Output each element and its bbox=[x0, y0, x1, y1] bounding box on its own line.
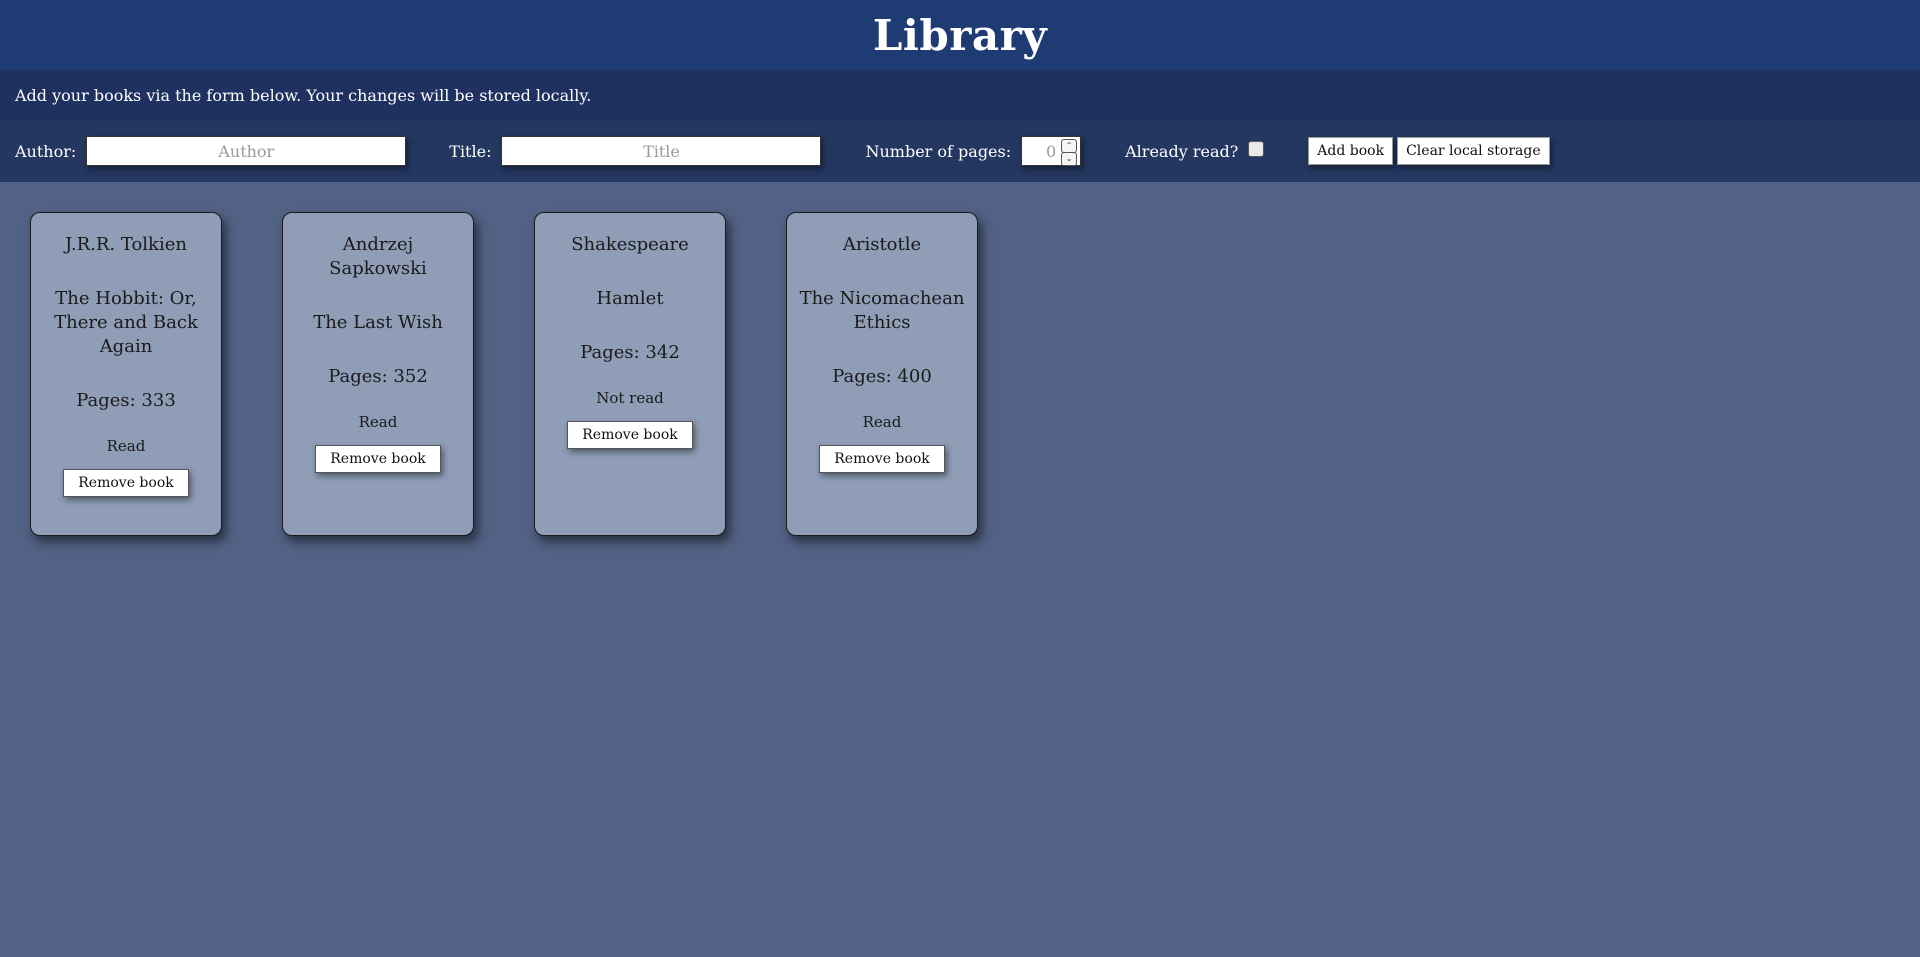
book-card: Shakespeare Hamlet Pages: 342 Not read R… bbox=[534, 212, 726, 536]
book-read-status[interactable]: Read bbox=[359, 413, 398, 431]
add-book-button[interactable]: Add book bbox=[1308, 137, 1394, 165]
book-pages: Pages: 352 bbox=[328, 366, 428, 387]
read-label: Already read? bbox=[1125, 141, 1239, 161]
book-card: J.R.R. Tolkien The Hobbit: Or, There and… bbox=[30, 212, 222, 536]
info-bar: Add your books via the form below. Your … bbox=[0, 70, 1920, 120]
book-pages: Pages: 400 bbox=[832, 366, 932, 387]
clear-storage-button[interactable]: Clear local storage bbox=[1397, 137, 1550, 165]
book-author: J.R.R. Tolkien bbox=[65, 234, 187, 255]
author-label: Author: bbox=[15, 141, 77, 161]
book-title: Hamlet bbox=[596, 288, 664, 309]
book-title: The Last Wish bbox=[313, 312, 443, 333]
book-read-status[interactable]: Not read bbox=[596, 389, 664, 407]
book-pages: Pages: 342 bbox=[580, 342, 680, 363]
book-card: Andrzej Sapkowski The Last Wish Pages: 3… bbox=[282, 212, 474, 536]
remove-book-button[interactable]: Remove book bbox=[567, 421, 693, 449]
page-header: Library bbox=[0, 0, 1920, 70]
remove-book-button[interactable]: Remove book bbox=[819, 445, 945, 473]
author-input[interactable] bbox=[86, 136, 407, 166]
pages-value: 0 bbox=[1045, 142, 1057, 161]
book-title: The Nicomachean Ethics bbox=[799, 288, 965, 333]
book-author: Aristotle bbox=[842, 234, 922, 255]
remove-book-button[interactable]: Remove book bbox=[315, 445, 441, 473]
remove-book-button[interactable]: Remove book bbox=[63, 469, 189, 497]
book-read-status[interactable]: Read bbox=[863, 413, 902, 431]
title-label: Title: bbox=[449, 141, 492, 161]
book-list: J.R.R. Tolkien The Hobbit: Or, There and… bbox=[0, 182, 1920, 536]
book-author: Shakespeare bbox=[571, 234, 689, 255]
page-title: Library bbox=[872, 10, 1048, 60]
pages-label: Number of pages: bbox=[865, 141, 1012, 161]
book-read-status[interactable]: Read bbox=[107, 437, 146, 455]
book-card: Aristotle The Nicomachean Ethics Pages: … bbox=[786, 212, 978, 536]
pages-input[interactable]: 0 ⌃ ⌄ bbox=[1021, 136, 1082, 166]
spin-down-icon[interactable]: ⌄ bbox=[1061, 152, 1078, 166]
info-text: Add your books via the form below. Your … bbox=[15, 85, 592, 105]
title-input[interactable] bbox=[501, 136, 822, 166]
book-title: The Hobbit: Or, There and Back Again bbox=[54, 288, 198, 357]
spin-up-icon[interactable]: ⌃ bbox=[1061, 139, 1078, 153]
book-pages: Pages: 333 bbox=[76, 390, 176, 411]
book-author: Andrzej Sapkowski bbox=[329, 234, 427, 279]
read-checkbox[interactable] bbox=[1248, 141, 1265, 157]
add-book-form: Author: Title: Number of pages: 0 ⌃ ⌄ Al… bbox=[0, 120, 1920, 182]
